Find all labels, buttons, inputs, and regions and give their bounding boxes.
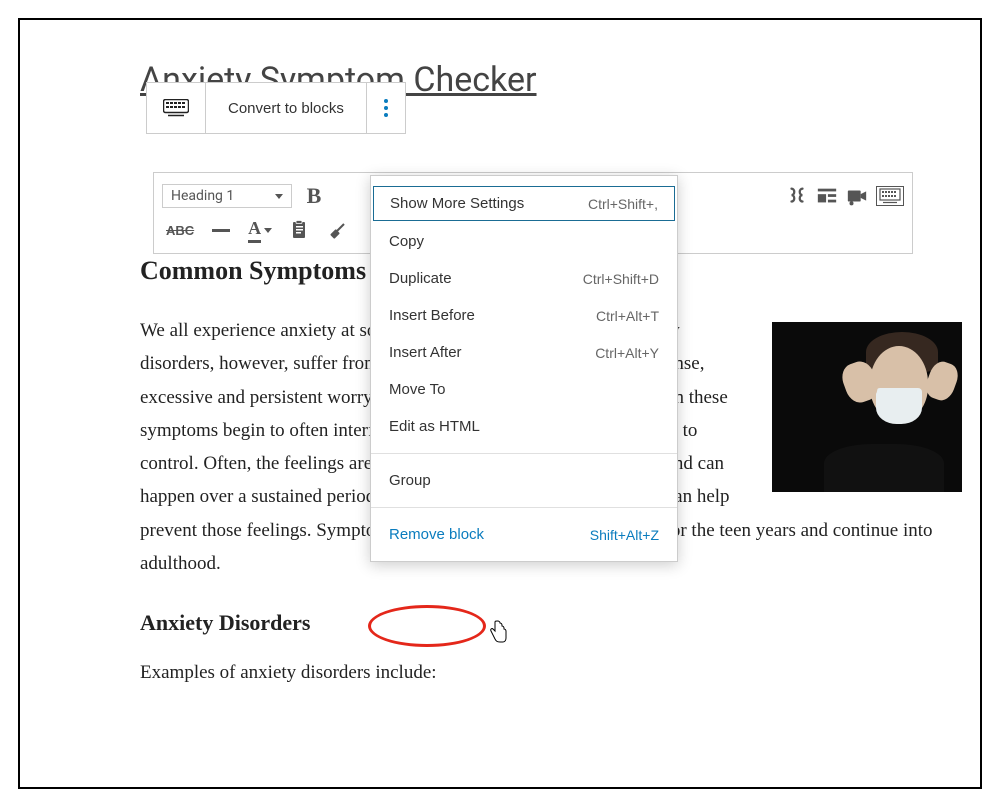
menu-copy[interactable]: Copy [371, 223, 677, 260]
align-icon[interactable] [816, 185, 838, 207]
menu-show-more-settings[interactable]: Show More Settings Ctrl+Shift+, [373, 186, 675, 221]
text-color-button[interactable]: A [244, 214, 276, 247]
menu-edit-html[interactable]: Edit as HTML [371, 408, 677, 445]
keyboard-toggle-icon[interactable] [876, 186, 904, 206]
more-vertical-icon [383, 98, 389, 118]
paste-button[interactable] [286, 216, 314, 244]
menu-remove-block[interactable]: Remove block Shift+Alt+Z [371, 516, 677, 553]
chevron-down-icon [275, 194, 283, 199]
video-icon[interactable] [846, 185, 868, 207]
classic-block-icon-button[interactable] [147, 83, 206, 133]
menu-insert-after[interactable]: Insert After Ctrl+Alt+Y [371, 334, 677, 371]
keyboard-icon [163, 99, 189, 117]
menu-insert-before[interactable]: Insert Before Ctrl+Alt+T [371, 297, 677, 334]
menu-group[interactable]: Group [371, 462, 677, 499]
paragraph-format-label: Heading 1 [171, 188, 234, 204]
hr-button[interactable] [208, 225, 234, 236]
menu-move-to[interactable]: Move To [371, 371, 677, 408]
strikethrough-button[interactable]: ABC [162, 219, 198, 242]
heading-disorders: Anxiety Disorders [140, 610, 962, 636]
convert-to-blocks-button[interactable]: Convert to blocks [222, 99, 350, 118]
featured-image[interactable] [772, 322, 962, 492]
paragraph-examples: Examples of anxiety disorders include: [140, 656, 962, 689]
style-icon[interactable] [786, 185, 808, 207]
window-frame: Anxiety Symptom Checker Convert to block… [18, 18, 982, 789]
bold-button[interactable]: B [302, 179, 326, 213]
paragraph-format-dropdown[interactable]: Heading 1 [162, 184, 292, 208]
block-toolbar: Convert to blocks [146, 82, 406, 134]
menu-duplicate[interactable]: Duplicate Ctrl+Shift+D [371, 260, 677, 297]
more-options-button[interactable] [367, 83, 405, 133]
clear-formatting-button[interactable] [324, 216, 352, 244]
chevron-down-icon [264, 228, 272, 233]
block-options-menu: Show More Settings Ctrl+Shift+, Copy Dup… [370, 175, 678, 562]
